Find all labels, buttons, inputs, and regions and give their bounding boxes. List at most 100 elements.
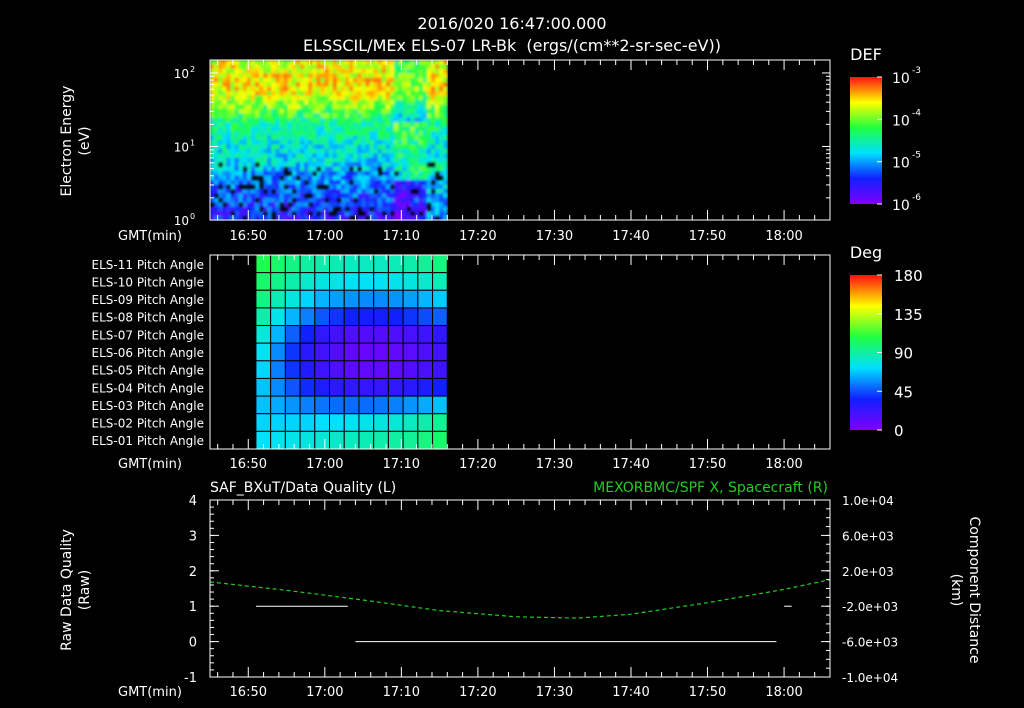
spectrogram-cell — [365, 77, 371, 83]
spectrogram-cell — [394, 82, 399, 88]
spectrogram-cell — [430, 157, 436, 163]
spectrogram-cell — [234, 82, 240, 88]
spectrogram-cell — [398, 68, 403, 74]
spectrogram-cell — [324, 202, 330, 208]
spectrogram-cell — [402, 175, 407, 181]
spectrogram-cell — [308, 95, 313, 101]
spectrogram-cell — [320, 135, 326, 141]
spectrogram-cell — [377, 206, 383, 212]
spectrogram-cell — [271, 184, 277, 190]
spectrogram-cell — [328, 68, 334, 74]
spectrogram-cell — [242, 148, 248, 154]
pitch-angle-cell — [358, 289, 375, 309]
spectrogram-cell — [377, 135, 383, 141]
spectrogram-cell — [435, 126, 440, 132]
header-time: 2016/020 16:47:00.000 — [417, 14, 606, 33]
spectrogram-cell — [369, 144, 375, 150]
spectrogram-cell — [373, 162, 379, 168]
spectrogram-cell — [361, 64, 367, 70]
spectrogram-cell — [349, 82, 354, 88]
spectrogram-cell — [263, 153, 268, 159]
spectrogram-cell — [320, 113, 326, 119]
spectrogram-cell — [373, 113, 379, 119]
spectrogram-cell — [426, 64, 432, 70]
spectrogram-cell — [373, 180, 379, 186]
spectrogram-cell — [250, 108, 256, 114]
spectrogram-cell — [414, 171, 420, 177]
spectrogram-cell — [291, 91, 297, 97]
spectrogram-cell — [435, 148, 440, 154]
x-tick-label: 17:30 — [536, 457, 573, 472]
spectrogram-cell — [439, 135, 444, 141]
spectrogram-cell — [255, 131, 260, 137]
spectrogram-cell — [304, 91, 309, 97]
spectrogram-cell — [279, 104, 285, 110]
spectrogram-cell — [390, 60, 395, 66]
spectrogram-cell — [300, 131, 305, 137]
spectrogram-cell — [422, 77, 428, 83]
line-ylabel-right-line2: (km) — [948, 574, 964, 607]
spectrogram-cell — [238, 126, 244, 132]
spectrogram-cell — [377, 68, 383, 74]
spectrogram-cell — [287, 144, 293, 150]
spectrogram-cell — [300, 64, 305, 70]
spectrogram-cell — [283, 180, 289, 186]
spectrogram-cell — [218, 166, 223, 172]
spectrogram-cell — [402, 135, 407, 141]
spectrogram-cell — [426, 117, 432, 123]
spectrogram-cell — [328, 82, 334, 88]
spectrogram-cell — [275, 100, 281, 106]
spectrogram-cell — [246, 157, 252, 163]
spectrogram-cell — [381, 206, 387, 212]
spectrogram-cell — [242, 122, 248, 128]
spectrogram-cell — [250, 60, 256, 66]
spectrogram-cell — [398, 82, 403, 88]
spectrogram-cell — [287, 82, 293, 88]
spectrogram-cell — [381, 131, 387, 137]
spectrogram-cell — [373, 82, 379, 88]
spectrogram-cell — [357, 91, 362, 97]
spectrogram-cell — [336, 157, 342, 163]
spectrogram-cell — [332, 86, 338, 92]
spectrogram-cell — [381, 157, 387, 163]
spectrogram-cell — [230, 104, 236, 110]
pitch-angle-cell — [343, 430, 360, 450]
pitch-angle-cell — [284, 342, 301, 362]
spectrogram-cell — [246, 148, 252, 154]
spectrogram-cell — [390, 157, 395, 163]
spectrogram-cell — [390, 95, 395, 101]
def-colorbar — [850, 77, 882, 204]
spectrogram-cell — [357, 180, 362, 186]
spectrogram-cell — [308, 91, 313, 97]
spectrogram-cell — [361, 91, 367, 97]
spectrogram-cell — [336, 135, 342, 141]
spectrogram-cell — [328, 171, 334, 177]
spectrogram-cell — [390, 202, 395, 208]
spectrogram-cell — [287, 188, 293, 194]
spectrogram-cell — [222, 131, 227, 137]
spectrogram-cell — [295, 126, 301, 132]
spectrogram-cell — [312, 100, 317, 106]
spectrogram-cell — [353, 166, 358, 172]
spectrogram-cell — [238, 117, 244, 123]
spectrogram-cell — [283, 175, 289, 181]
spectrogram-cell — [430, 153, 436, 159]
spectrogram-cell — [242, 82, 248, 88]
spectrogram-cell — [353, 108, 358, 114]
spectrogram-cell — [255, 60, 260, 66]
spectrogram-cell — [291, 100, 297, 106]
pitch-angle-cell — [417, 342, 434, 362]
spectrogram-cell — [320, 202, 326, 208]
pitch-angle-cell — [329, 430, 345, 450]
spectrogram-cell — [349, 171, 354, 177]
pitch-angle-cell — [373, 342, 389, 362]
spectrogram-cell — [287, 113, 293, 119]
spectrogram-cell — [353, 162, 358, 168]
spectrogram-cell — [398, 91, 403, 97]
spectrogram-cell — [385, 175, 391, 181]
spectrogram-cell — [365, 91, 371, 97]
pitch-angle-cell — [417, 395, 434, 415]
spectrogram-cell — [328, 100, 334, 106]
spectrogram-cell — [414, 64, 420, 70]
spectrogram-cell — [238, 166, 244, 172]
